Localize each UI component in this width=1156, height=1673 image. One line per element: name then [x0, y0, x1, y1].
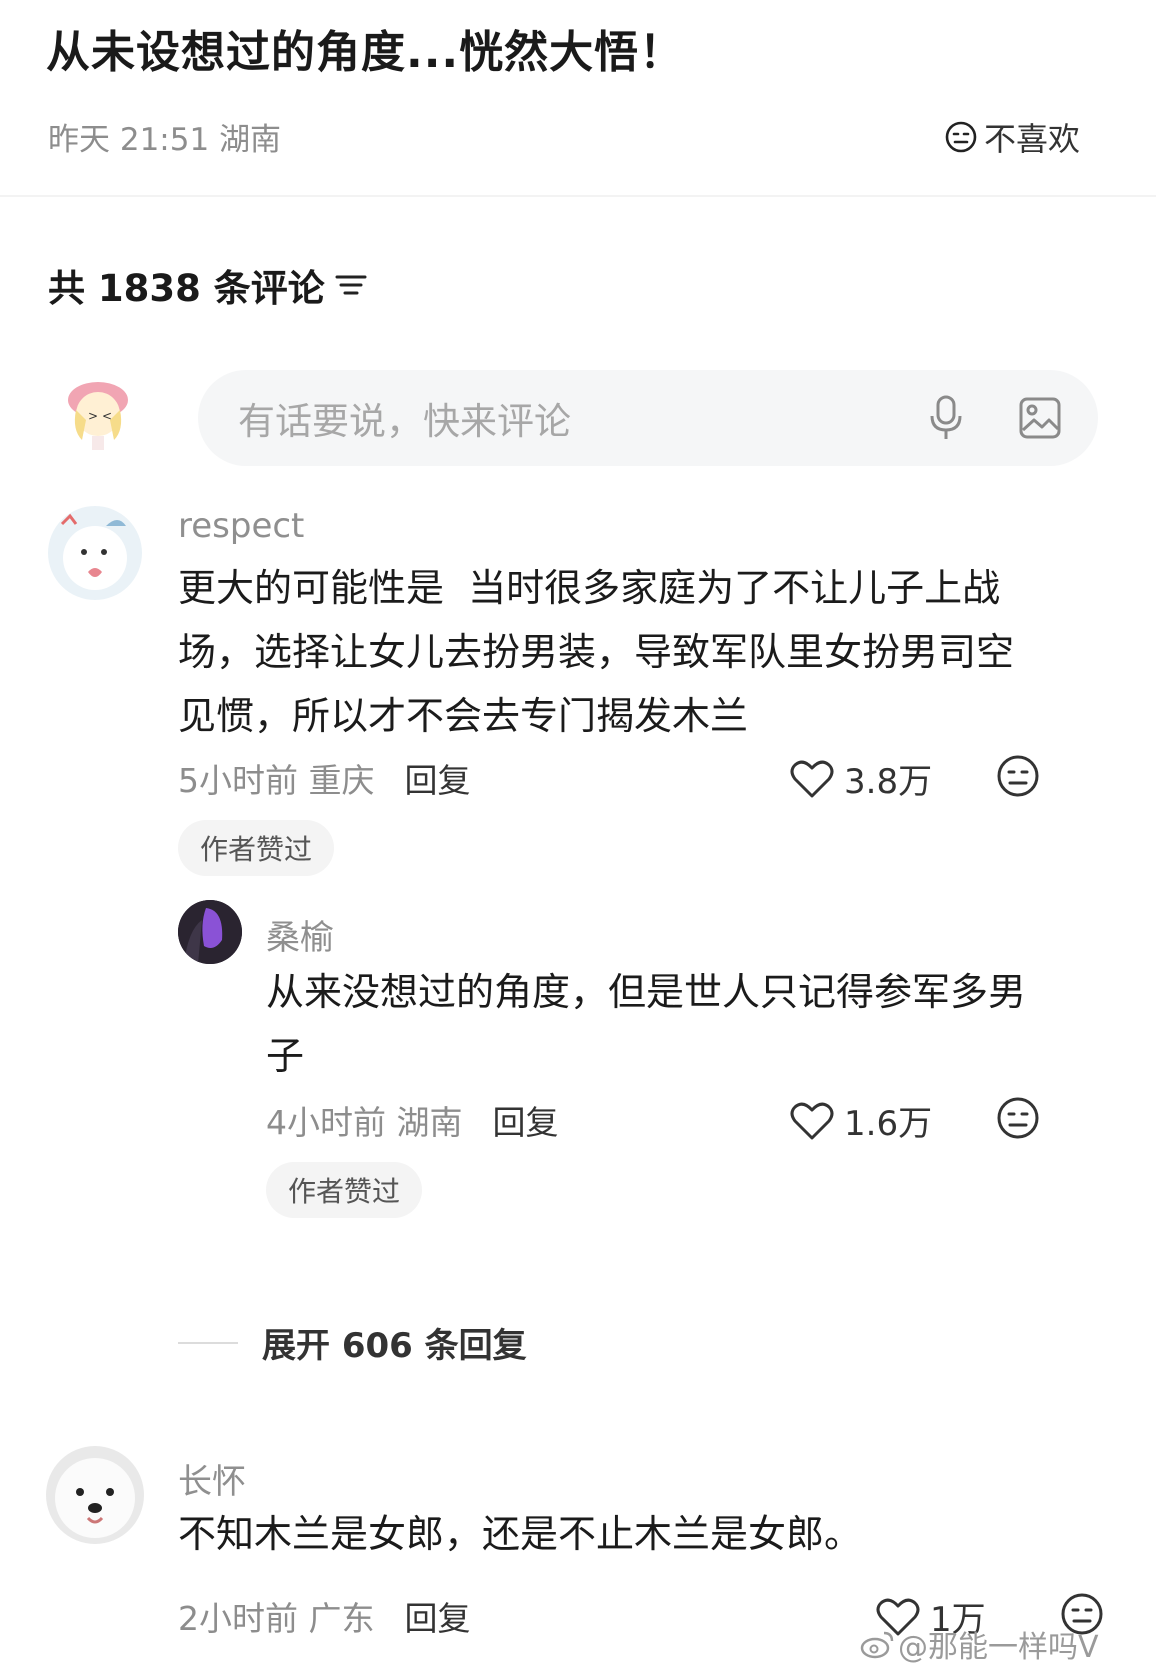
comment-meta: 5小时前 重庆 回复	[178, 754, 471, 802]
reply-button[interactable]: 回复	[405, 754, 471, 802]
post-meta: 昨天 21:51 湖南	[48, 114, 281, 159]
comment-input-row: > < 有话要说，快来评论	[58, 370, 1108, 470]
post-location: 湖南	[219, 122, 282, 158]
like-count: 1.6万	[844, 1104, 933, 1144]
comment-username[interactable]: 桑榆	[266, 910, 334, 959]
comment-meta: 2小时前 广东 回复	[178, 1592, 471, 1640]
my-avatar[interactable]: > <	[58, 370, 138, 454]
dislike-label: 不喜欢	[984, 120, 1081, 158]
post-dislike-button[interactable]: 不喜欢	[944, 114, 1080, 160]
avatar-image	[60, 513, 127, 590]
avatar[interactable]	[48, 506, 142, 600]
like-count: 3.8万	[844, 762, 933, 802]
comment-time: 2小时前 广东	[178, 1599, 375, 1638]
neutral-face-icon	[945, 121, 977, 153]
comment-text: 更大的可能性是 当时很多家庭为了不让儿子上战 场，选择让女儿去扮男装，导致军队里…	[178, 566, 1015, 738]
comment-username[interactable]: 长怀	[178, 1454, 246, 1503]
avatar-image	[178, 900, 242, 964]
expand-replies-button[interactable]: 展开 606 条回复	[178, 1318, 527, 1367]
avatar-image	[55, 1458, 135, 1538]
microphone-icon[interactable]	[926, 394, 966, 442]
author-liked-badge: 作者赞过	[178, 820, 335, 876]
comment-meta: 4小时前 湖南 回复	[266, 1096, 559, 1144]
reply-button[interactable]: 回复	[493, 1096, 559, 1144]
comment-count: 共 1838 条评论	[48, 258, 369, 312]
neutral-face-icon[interactable]	[996, 1096, 1040, 1140]
comment-text: 从来没想过的角度，但是世人只记得参军多男 子	[266, 970, 1027, 1078]
heart-icon	[790, 1102, 834, 1139]
reply-button[interactable]: 回复	[405, 1592, 471, 1640]
comment-username[interactable]: respect	[178, 506, 304, 546]
comment-input-placeholder: 有话要说，快来评论	[238, 400, 571, 443]
divider	[178, 1341, 238, 1344]
avatar[interactable]	[178, 900, 242, 964]
watermark-text: @那能一样吗V	[898, 1630, 1099, 1665]
comment-input[interactable]: 有话要说，快来评论	[198, 370, 1098, 466]
sort-icon[interactable]	[333, 270, 369, 300]
author-liked-badge: 作者赞过	[266, 1162, 423, 1218]
avatar-image: > <	[68, 382, 128, 450]
image-icon[interactable]	[1018, 396, 1062, 440]
avatar[interactable]	[46, 1446, 144, 1544]
comment-time: 5小时前 重庆	[178, 761, 375, 800]
expand-replies-label: 展开 606 条回复	[262, 1326, 527, 1366]
post-date: 昨天 21:51	[48, 122, 210, 158]
watermark: @那能一样吗V	[860, 1622, 1099, 1666]
svg-text:<: <	[102, 409, 112, 423]
like-button[interactable]: 3.8万	[790, 754, 932, 803]
divider	[0, 195, 1156, 197]
comment-item: respect 更大的可能性是 当时很多家庭为了不让儿子上战 场，选择让女儿去扮…	[0, 500, 1156, 900]
like-button[interactable]: 1.6万	[790, 1096, 932, 1145]
weibo-logo-icon	[860, 1631, 894, 1659]
neutral-face-icon[interactable]	[996, 754, 1040, 798]
heart-icon	[790, 760, 834, 797]
comment-text: 不知木兰是女郎，还是不止木兰是女郎。	[178, 1512, 863, 1556]
svg-text:>: >	[88, 409, 98, 423]
post-title: 从未设想过的角度...恍然大悟！	[46, 27, 685, 78]
comment-count-text: 共 1838 条评论	[48, 267, 325, 310]
reply-item: 桑榆 从来没想过的角度，但是世人只记得参军多男 子 4小时前 湖南 回复 1.6…	[0, 900, 1156, 1230]
comment-time: 4小时前 湖南	[266, 1103, 463, 1142]
